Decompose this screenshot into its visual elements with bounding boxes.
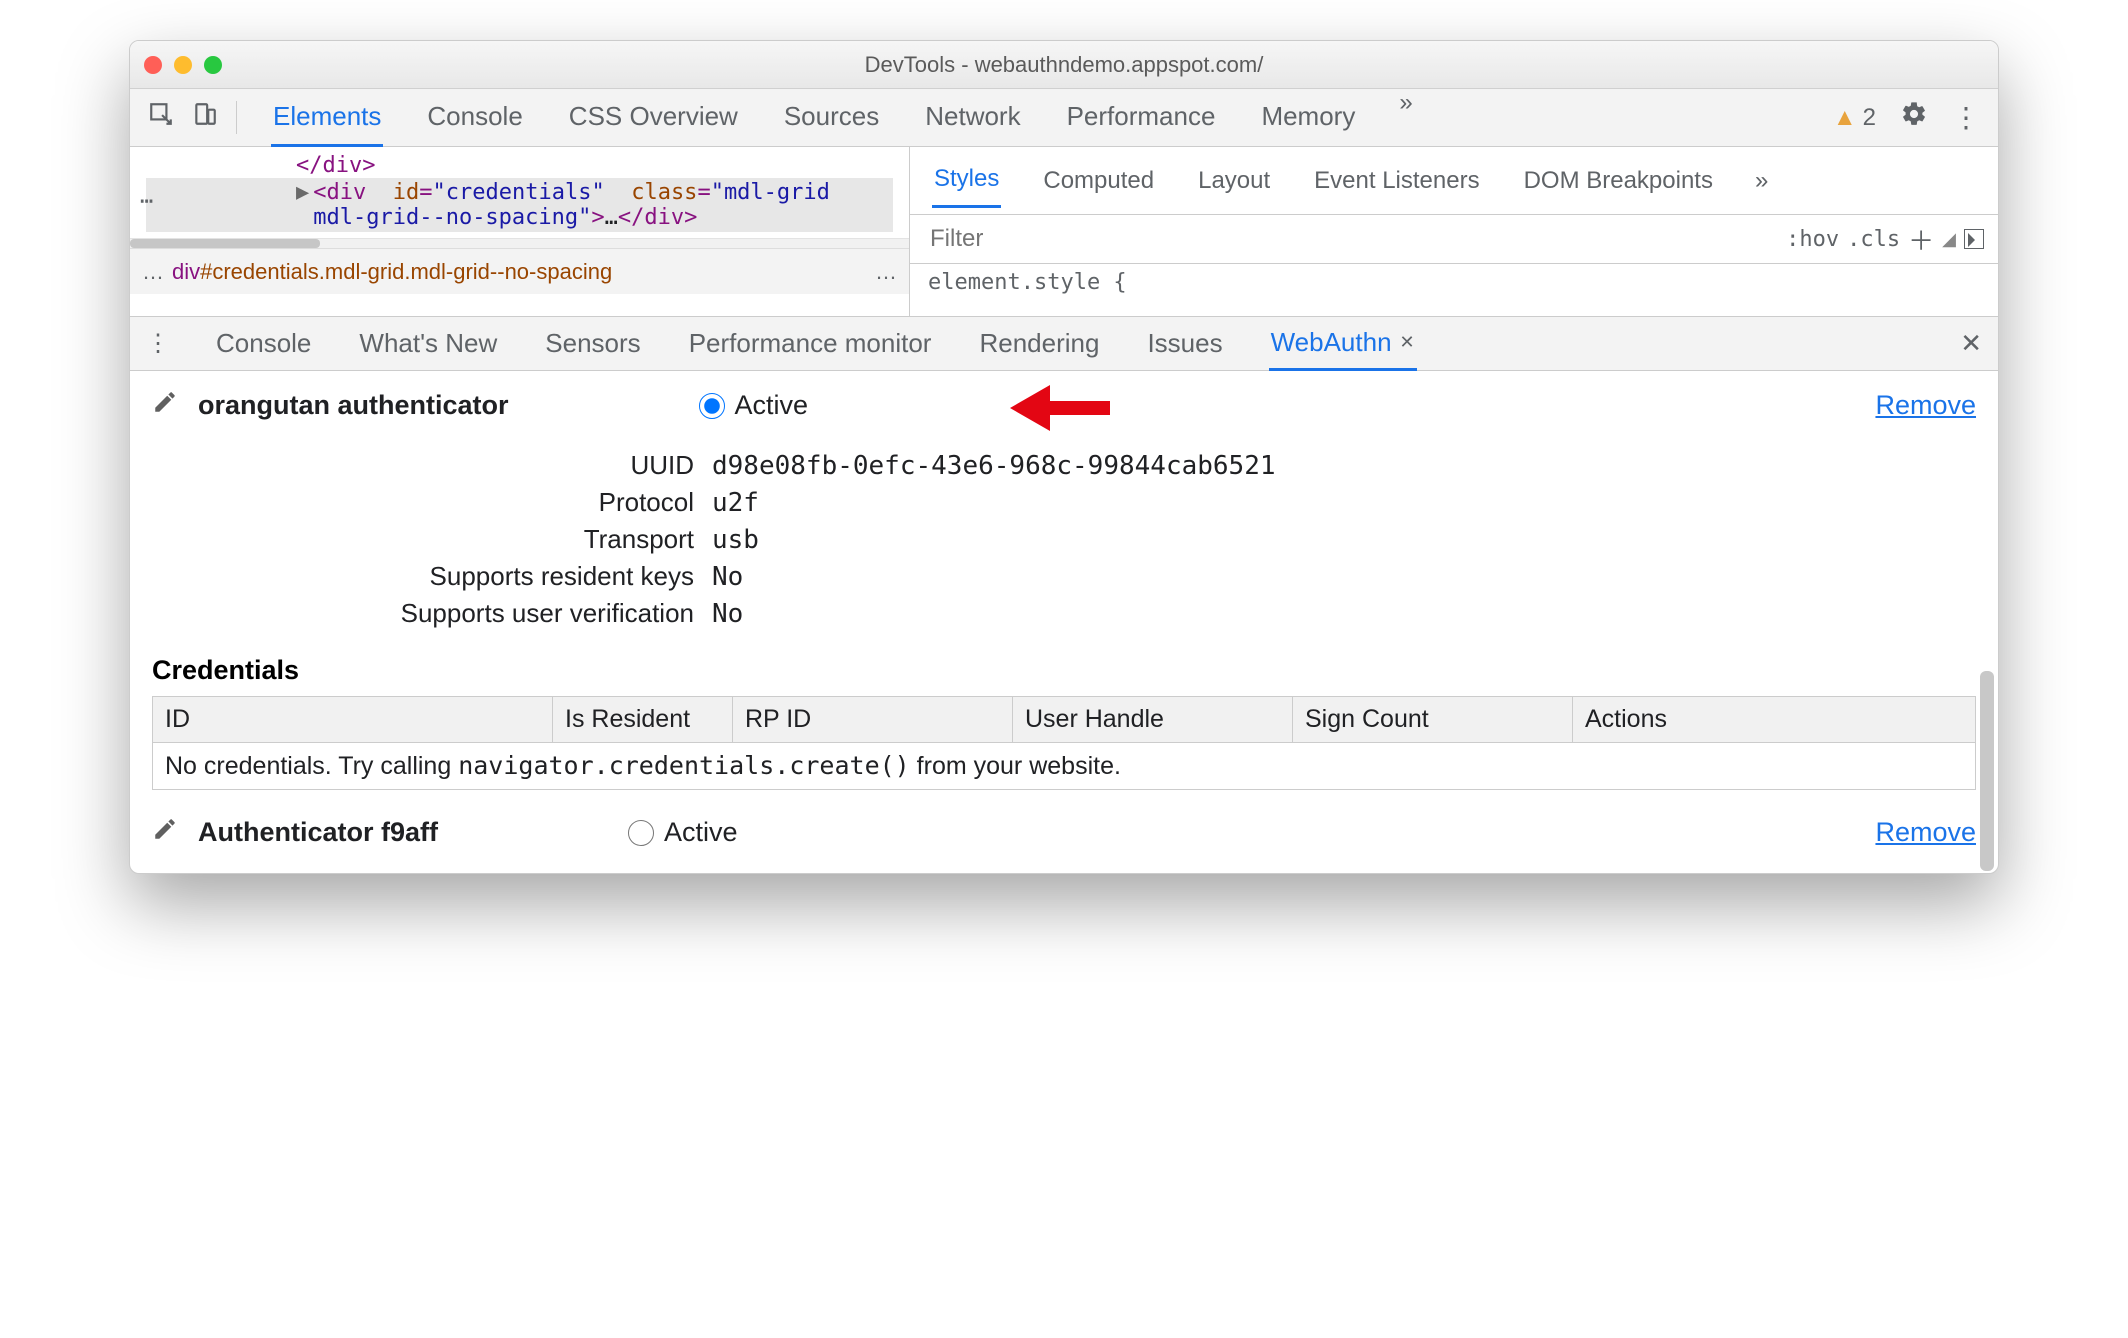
webauthn-panel: orangutan authenticator Active Remove UU… (130, 371, 1998, 873)
styles-more-tabs-icon[interactable]: » (1755, 167, 1768, 195)
hov-toggle[interactable]: :hov (1786, 227, 1839, 252)
drawer-tab-whats-new[interactable]: What's New (357, 318, 499, 369)
empty-suffix: from your website. (910, 752, 1121, 780)
styles-tab-layout[interactable]: Layout (1196, 155, 1272, 207)
authenticator-header-0: orangutan authenticator Active Remove (152, 389, 1976, 422)
edit-pencil-icon[interactable] (152, 389, 178, 422)
webauthn-vertical-scrollbar[interactable] (1980, 371, 1994, 873)
drawer-tab-rendering[interactable]: Rendering (977, 318, 1101, 369)
authenticator-active-label-0: Active (735, 390, 809, 421)
main-menu-kebab-icon[interactable]: ⋮ (1952, 101, 1980, 134)
col-rp-id: RP ID (733, 697, 1013, 743)
computed-sidebar-toggle-icon[interactable] (1964, 229, 1984, 249)
field-key-uuid: UUID (152, 450, 712, 481)
drawer-tab-strip: ⋮ Console What's New Sensors Performance… (130, 317, 1998, 371)
styles-filter-input[interactable] (924, 219, 1778, 259)
elements-panel: ⋯ </div> ▶ <div id="credentials" class="… (130, 147, 910, 316)
styles-panel: Styles Computed Layout Event Listeners D… (910, 147, 1998, 316)
styles-tab-computed[interactable]: Computed (1041, 155, 1156, 207)
inspect-element-icon[interactable] (148, 101, 174, 134)
tab-network[interactable]: Network (923, 89, 1022, 147)
drawer-tab-issues[interactable]: Issues (1145, 318, 1224, 369)
cls-toggle[interactable]: .cls (1847, 227, 1900, 252)
drawer-tab-webauthn-label: WebAuthn (1271, 327, 1392, 358)
field-key-resident: Supports resident keys (152, 561, 712, 592)
col-actions: Actions (1573, 697, 1976, 743)
window-titlebar: DevTools - webauthndemo.appspot.com/ (130, 41, 1998, 89)
field-val-transport: usb (712, 525, 759, 555)
authenticator-block-0: orangutan authenticator Active Remove UU… (152, 389, 1976, 629)
styles-tab-event-listeners[interactable]: Event Listeners (1312, 155, 1481, 207)
empty-prefix: No credentials. Try calling (165, 752, 458, 780)
field-val-uuid: d98e08fb-0efc-43e6-968c-99844cab6521 (712, 451, 1276, 481)
device-toolbar-icon[interactable] (192, 101, 218, 134)
dom-gutter-ellipsis: ⋯ (140, 189, 153, 214)
tab-elements[interactable]: Elements (271, 89, 383, 147)
breadcrumb-left-ellipsis[interactable]: … (142, 259, 164, 285)
authenticator-active-radio-0[interactable] (699, 393, 725, 419)
main-tab-strip: Elements Console CSS Overview Sources Ne… (130, 89, 1998, 147)
drawer-tab-webauthn[interactable]: WebAuthn ✕ (1269, 317, 1417, 371)
element-style-rule[interactable]: element.style { (910, 264, 1998, 301)
authenticator-name-1: Authenticator f9aff (198, 817, 438, 848)
col-sign-count: Sign Count (1293, 697, 1573, 743)
field-key-uv: Supports user verification (152, 598, 712, 629)
credentials-table: ID Is Resident RP ID User Handle Sign Co… (152, 696, 1976, 790)
breadcrumb-right-ellipsis[interactable]: … (875, 259, 897, 285)
breadcrumb[interactable]: … div#credentials.mdl-grid.mdl-grid--no-… (130, 248, 909, 294)
settings-gear-icon[interactable] (1900, 100, 1928, 135)
field-val-uv: No (712, 599, 743, 629)
dom-line-selected[interactable]: ▶ <div id="credentials" class="mdl-grid … (146, 178, 893, 232)
styles-tab-dom-breakpoints[interactable]: DOM Breakpoints (1522, 155, 1715, 207)
devtools-window: DevTools - webauthndemo.appspot.com/ Ele… (129, 40, 1999, 874)
col-is-resident: Is Resident (553, 697, 733, 743)
col-user-handle: User Handle (1013, 697, 1293, 743)
warnings-badge[interactable]: ▲ 2 (1833, 104, 1876, 132)
tab-memory[interactable]: Memory (1259, 89, 1357, 147)
expand-triangle-icon[interactable]: ▶ (296, 180, 309, 230)
styles-filter-row: :hov .cls ＋ ◢ (910, 215, 1998, 264)
more-tabs-icon[interactable]: » (1399, 89, 1412, 147)
authenticator-fields-0: UUIDd98e08fb-0efc-43e6-968c-99844cab6521… (152, 450, 1976, 629)
authenticator-remove-link-0[interactable]: Remove (1875, 390, 1976, 421)
new-style-rule-icon[interactable]: ＋ (1908, 221, 1934, 258)
authenticator-active-radio-1[interactable] (628, 820, 654, 846)
authenticator-remove-link-1[interactable]: Remove (1875, 817, 1976, 848)
breadcrumb-path[interactable]: div#credentials.mdl-grid.mdl-grid--no-sp… (172, 259, 612, 285)
dom-tree[interactable]: ⋯ </div> ▶ <div id="credentials" class="… (130, 147, 909, 238)
dom-line-close[interactable]: </div> (146, 153, 893, 178)
credentials-header-row: ID Is Resident RP ID User Handle Sign Co… (153, 697, 1976, 743)
tab-sources[interactable]: Sources (782, 89, 881, 147)
authenticator-name-0: orangutan authenticator (198, 390, 509, 421)
drawer-tab-performance-monitor[interactable]: Performance monitor (687, 318, 934, 369)
panels-row: ⋯ </div> ▶ <div id="credentials" class="… (130, 147, 1998, 317)
drawer-tab-console[interactable]: Console (214, 318, 313, 369)
empty-code: navigator.credentials.create() (458, 751, 910, 780)
field-val-protocol: u2f (712, 488, 759, 518)
drawer-tab-sensors[interactable]: Sensors (543, 318, 642, 369)
tab-console[interactable]: Console (425, 89, 524, 147)
close-tab-icon[interactable]: ✕ (1400, 332, 1415, 353)
warning-triangle-icon: ▲ (1833, 104, 1857, 132)
warnings-count: 2 (1863, 104, 1876, 132)
dom-horizontal-scrollbar[interactable] (130, 238, 909, 248)
credentials-empty-row: No credentials. Try calling navigator.cr… (153, 743, 1976, 790)
authenticator-block-1: Authenticator f9aff Active Remove (152, 816, 1976, 849)
filter-resize-icon: ◢ (1942, 229, 1956, 250)
col-id: ID (153, 697, 553, 743)
styles-tab-styles[interactable]: Styles (932, 153, 1001, 208)
credentials-heading: Credentials (152, 655, 1976, 686)
field-val-resident: No (712, 562, 743, 592)
tab-performance[interactable]: Performance (1065, 89, 1218, 147)
styles-tab-strip: Styles Computed Layout Event Listeners D… (910, 147, 1998, 215)
field-key-protocol: Protocol (152, 487, 712, 518)
authenticator-active-label-1: Active (664, 817, 738, 848)
drawer-menu-kebab-icon[interactable]: ⋮ (146, 329, 170, 358)
edit-pencil-icon-1[interactable] (152, 816, 178, 849)
drawer-close-icon[interactable]: ✕ (1960, 328, 1982, 359)
field-key-transport: Transport (152, 524, 712, 555)
window-title: DevTools - webauthndemo.appspot.com/ (130, 52, 1998, 78)
tab-css-overview[interactable]: CSS Overview (567, 89, 740, 147)
